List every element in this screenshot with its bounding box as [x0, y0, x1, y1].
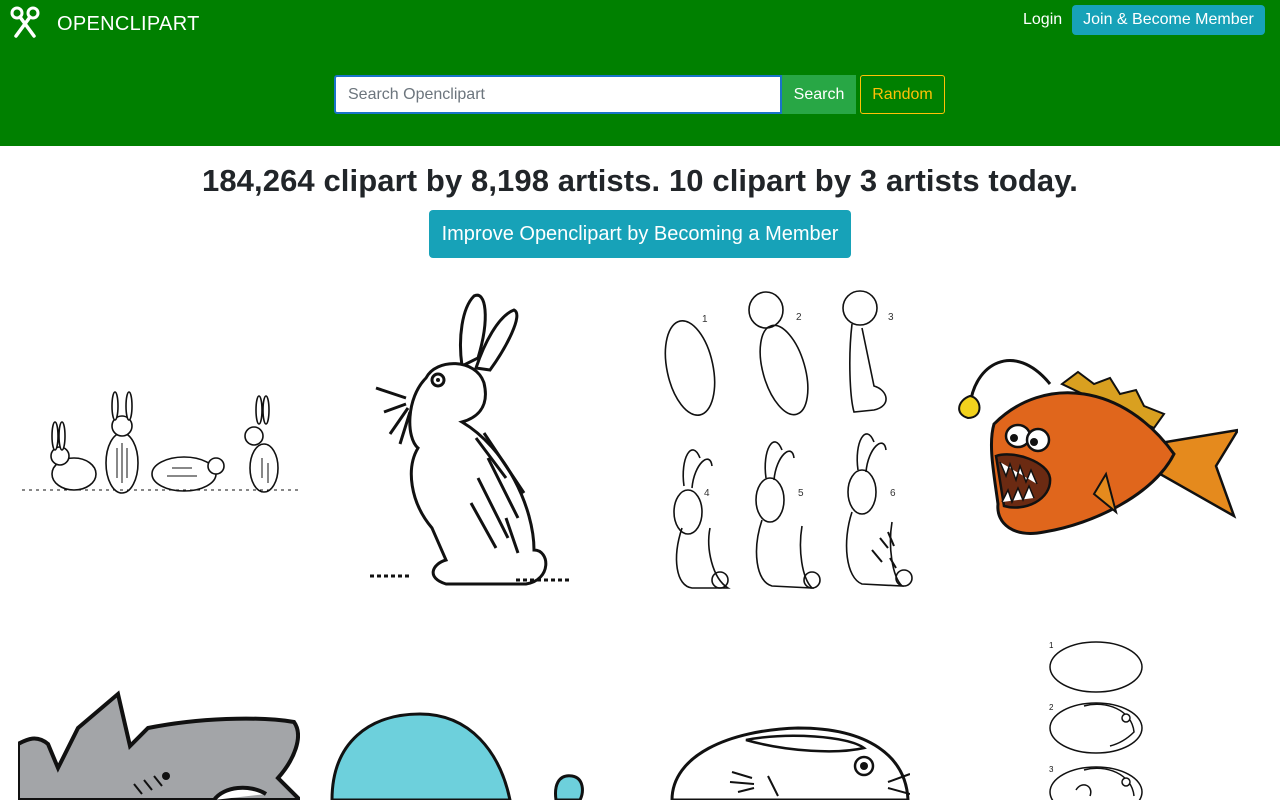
anglerfish-clipart[interactable]: [954, 344, 1238, 542]
drawing-step-1: 1: [1049, 641, 1054, 650]
site-stats: 184,264 clipart by 8,198 artists. 10 cli…: [202, 163, 1078, 198]
brand-name: OPENCLIPART: [57, 13, 200, 35]
rabbit-group-clipart[interactable]: [22, 388, 298, 498]
improve-membership-button[interactable]: Improve Openclipart by Becoming a Member: [429, 210, 851, 258]
scissors-icon: [10, 6, 40, 43]
how-to-draw-rabbit-clipart[interactable]: 1 2 3 4 5 6: [652, 288, 916, 594]
how-to-draw-rabbit-image: 1 2 3 4 5 6: [664, 290, 913, 589]
join-member-button[interactable]: Join & Become Member: [1072, 5, 1265, 35]
whale-clipart[interactable]: [330, 712, 586, 800]
drawing-step-2: 2: [1049, 703, 1054, 712]
step-label-1: 1: [702, 314, 708, 325]
sleeping-rabbit-clipart[interactable]: [668, 726, 910, 800]
drawing-step-3: 3: [1049, 765, 1054, 774]
top-navbar: OPENCLIPART Login Join & Become Member S…: [0, 0, 1280, 146]
login-link[interactable]: Login: [1023, 10, 1062, 30]
step-label-6: 6: [890, 488, 896, 499]
rabbit-group-image: [22, 391, 298, 494]
standing-rabbit-image: [370, 293, 571, 586]
drawing-steps-image: 1 2 3: [1049, 641, 1143, 800]
shark-image: [18, 690, 300, 800]
step-label-2: 2: [796, 312, 802, 323]
step-label-3: 3: [888, 312, 894, 323]
step-label-5: 5: [798, 488, 804, 499]
search-button[interactable]: Search: [782, 75, 856, 114]
shark-clipart[interactable]: [18, 688, 300, 800]
random-button[interactable]: Random: [860, 75, 945, 114]
standing-rabbit-clipart[interactable]: [366, 288, 576, 594]
anglerfish-image: [958, 359, 1238, 535]
step-label-4: 4: [704, 488, 710, 499]
search-input[interactable]: [334, 75, 782, 114]
drawing-steps-clipart[interactable]: 1 2 3: [1046, 640, 1146, 800]
sleeping-rabbit-image: [670, 726, 910, 800]
whale-image: [330, 712, 584, 800]
search-form: Search Random: [334, 75, 945, 114]
brand-link[interactable]: OPENCLIPART: [10, 6, 200, 43]
